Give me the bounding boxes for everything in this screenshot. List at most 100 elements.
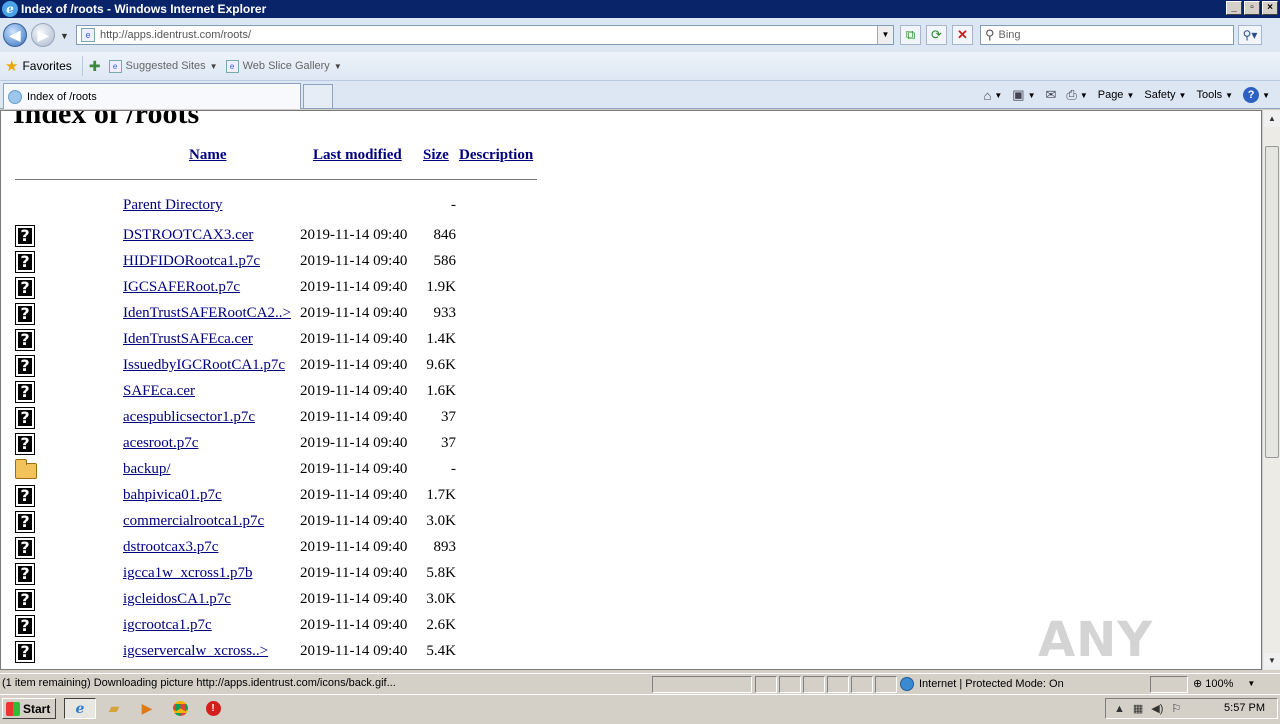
search-icon[interactable]: ⚲▾ [1238, 25, 1262, 45]
folder-icon[interactable] [15, 463, 37, 479]
file-link[interactable]: bahpivica01.p7c [123, 487, 222, 504]
progress-cell [652, 676, 752, 693]
taskbar-ie-icon[interactable]: e [64, 698, 96, 719]
tray-expand-icon[interactable]: ▲ [1114, 703, 1125, 715]
file-link[interactable]: SAFEca.cer [123, 383, 195, 400]
page-title: Index of /roots [13, 110, 199, 131]
address-dropdown-icon[interactable]: ▼ [877, 26, 893, 44]
file-link[interactable]: commercialrootca1.p7c [123, 513, 264, 530]
help-menu[interactable]: ?▼ [1243, 87, 1270, 103]
page-menu[interactable]: Page▼ [1098, 89, 1135, 101]
unknown-file-icon[interactable] [15, 303, 35, 325]
column-header-size[interactable]: Size [423, 147, 449, 164]
minimize-button[interactable]: _ [1226, 1, 1242, 15]
search-input[interactable]: ⚲ Bing [980, 25, 1234, 45]
file-link[interactable]: dstrootcax3.p7c [123, 539, 218, 556]
file-link[interactable]: IdenTrustSAFEca.cer [123, 331, 253, 348]
file-link[interactable]: IssuedbyIGCRootCA1.p7c [123, 357, 285, 374]
address-bar[interactable]: e http://apps.identrust.com/roots/ ▼ [76, 25, 894, 45]
home-icon: ⌂ [984, 88, 992, 103]
unknown-file-icon[interactable] [15, 615, 35, 637]
file-size: 9.6K [410, 357, 456, 374]
action-center-flag-icon[interactable]: ⚐ [1171, 702, 1181, 715]
file-link[interactable]: igcservercalw_xcross..> [123, 643, 268, 660]
forward-button[interactable]: ▶ [31, 23, 55, 47]
unknown-file-icon[interactable] [15, 329, 35, 351]
file-row: acespublicsector1.p7c2019-11-14 09:4037 [15, 405, 555, 429]
unknown-file-icon[interactable] [15, 589, 35, 611]
security-zone[interactable]: Internet | Protected Mode: On [900, 677, 1064, 691]
file-link[interactable]: DSTROOTCAX3.cer [123, 227, 253, 244]
zoom-control[interactable]: ⊕ 100% ▼ [1193, 677, 1255, 690]
web-slice-gallery-link[interactable]: e Web Slice Gallery ▼ [226, 60, 342, 73]
file-link[interactable]: igcrootca1.p7c [123, 617, 212, 634]
parent-directory-link[interactable]: Parent Directory [123, 197, 223, 214]
tab-title: Index of /roots [27, 91, 97, 103]
clock[interactable]: 5:57 PM [1224, 702, 1265, 714]
file-row: HIDFIDORootca1.p7c2019-11-14 09:40586 [15, 249, 555, 273]
column-header-last-modified[interactable]: Last modified [313, 147, 402, 164]
unknown-file-icon[interactable] [15, 537, 35, 559]
unknown-file-icon[interactable] [15, 251, 35, 273]
file-link[interactable]: backup/ [123, 461, 170, 478]
taskbar-explorer-icon[interactable]: ▰ [102, 698, 126, 719]
file-link[interactable]: acesroot.p7c [123, 435, 198, 452]
file-size: 2.6K [410, 617, 456, 634]
protected-mode-cell[interactable] [1150, 676, 1188, 693]
unknown-file-icon[interactable] [15, 407, 35, 429]
scroll-up-icon[interactable]: ▲ [1264, 111, 1280, 127]
unknown-file-icon[interactable] [15, 433, 35, 455]
file-link[interactable]: igcca1w_xcross1.p7b [123, 565, 253, 582]
scroll-thumb[interactable] [1265, 146, 1279, 458]
read-mail-button[interactable]: ✉ [1046, 87, 1057, 103]
taskbar-chrome-icon[interactable] [168, 698, 192, 719]
tab-index-of-roots[interactable]: Index of /roots [3, 83, 301, 109]
unknown-file-icon[interactable] [15, 563, 35, 585]
safety-menu[interactable]: Safety▼ [1144, 89, 1186, 101]
recent-pages-dropdown-icon[interactable]: ▼ [60, 31, 69, 41]
unknown-file-icon[interactable] [15, 641, 35, 663]
add-to-favorites-icon[interactable]: ✚ [89, 58, 101, 75]
feeds-button[interactable]: ▣▼ [1012, 87, 1035, 103]
network-icon[interactable]: ▦ [1133, 702, 1143, 715]
unknown-file-icon[interactable] [15, 485, 35, 507]
home-button[interactable]: ⌂▼ [984, 88, 1003, 103]
suggested-sites-link[interactable]: e Suggested Sites ▼ [109, 60, 218, 73]
column-header-description[interactable]: Description [459, 147, 533, 164]
restore-button[interactable]: ▫ [1244, 1, 1260, 15]
file-date: 2019-11-14 09:40 [300, 513, 407, 530]
taskbar-media-player-icon[interactable]: ▶ [135, 698, 159, 719]
file-link[interactable]: HIDFIDORootca1.p7c [123, 253, 260, 270]
compatibility-view-icon[interactable]: ⧉ [900, 25, 921, 45]
favorites-star-icon[interactable]: ★ [5, 57, 18, 75]
file-row: igcca1w_xcross1.p7b2019-11-14 09:405.8K [15, 561, 555, 585]
back-button[interactable]: ◀ [3, 23, 27, 47]
file-link[interactable]: IdenTrustSAFERootCA2..> [123, 305, 291, 322]
unknown-file-icon[interactable] [15, 355, 35, 377]
address-url[interactable]: http://apps.identrust.com/roots/ [100, 29, 251, 41]
new-tab-button[interactable] [303, 84, 333, 108]
refresh-icon[interactable]: ⟳ [926, 25, 947, 45]
ie-page-icon: e [109, 60, 122, 73]
stop-icon[interactable]: ✕ [952, 25, 973, 45]
unknown-file-icon[interactable] [15, 511, 35, 533]
close-button[interactable]: × [1262, 1, 1278, 15]
safety-menu-label: Safety [1144, 89, 1175, 101]
unknown-file-icon[interactable] [15, 381, 35, 403]
start-button[interactable]: Start [2, 698, 56, 719]
ie-logo-icon: e [2, 1, 18, 17]
file-link[interactable]: igcleidosCA1.p7c [123, 591, 231, 608]
volume-icon[interactable]: ◀) [1151, 702, 1163, 715]
start-label: Start [23, 702, 50, 716]
file-link[interactable]: acespublicsector1.p7c [123, 409, 255, 426]
unknown-file-icon[interactable] [15, 277, 35, 299]
tools-menu[interactable]: Tools▼ [1196, 89, 1233, 101]
taskbar-antivirus-icon[interactable]: ! [201, 698, 225, 719]
file-date: 2019-11-14 09:40 [300, 357, 407, 374]
column-header-name[interactable]: Name [189, 147, 227, 164]
vertical-scrollbar[interactable]: ▲ ▼ [1262, 110, 1280, 670]
favorites-button[interactable]: Favorites [22, 59, 71, 73]
file-link[interactable]: IGCSAFERoot.p7c [123, 279, 240, 296]
unknown-file-icon[interactable] [15, 225, 35, 247]
print-button[interactable]: ⎙▼ [1066, 87, 1087, 103]
